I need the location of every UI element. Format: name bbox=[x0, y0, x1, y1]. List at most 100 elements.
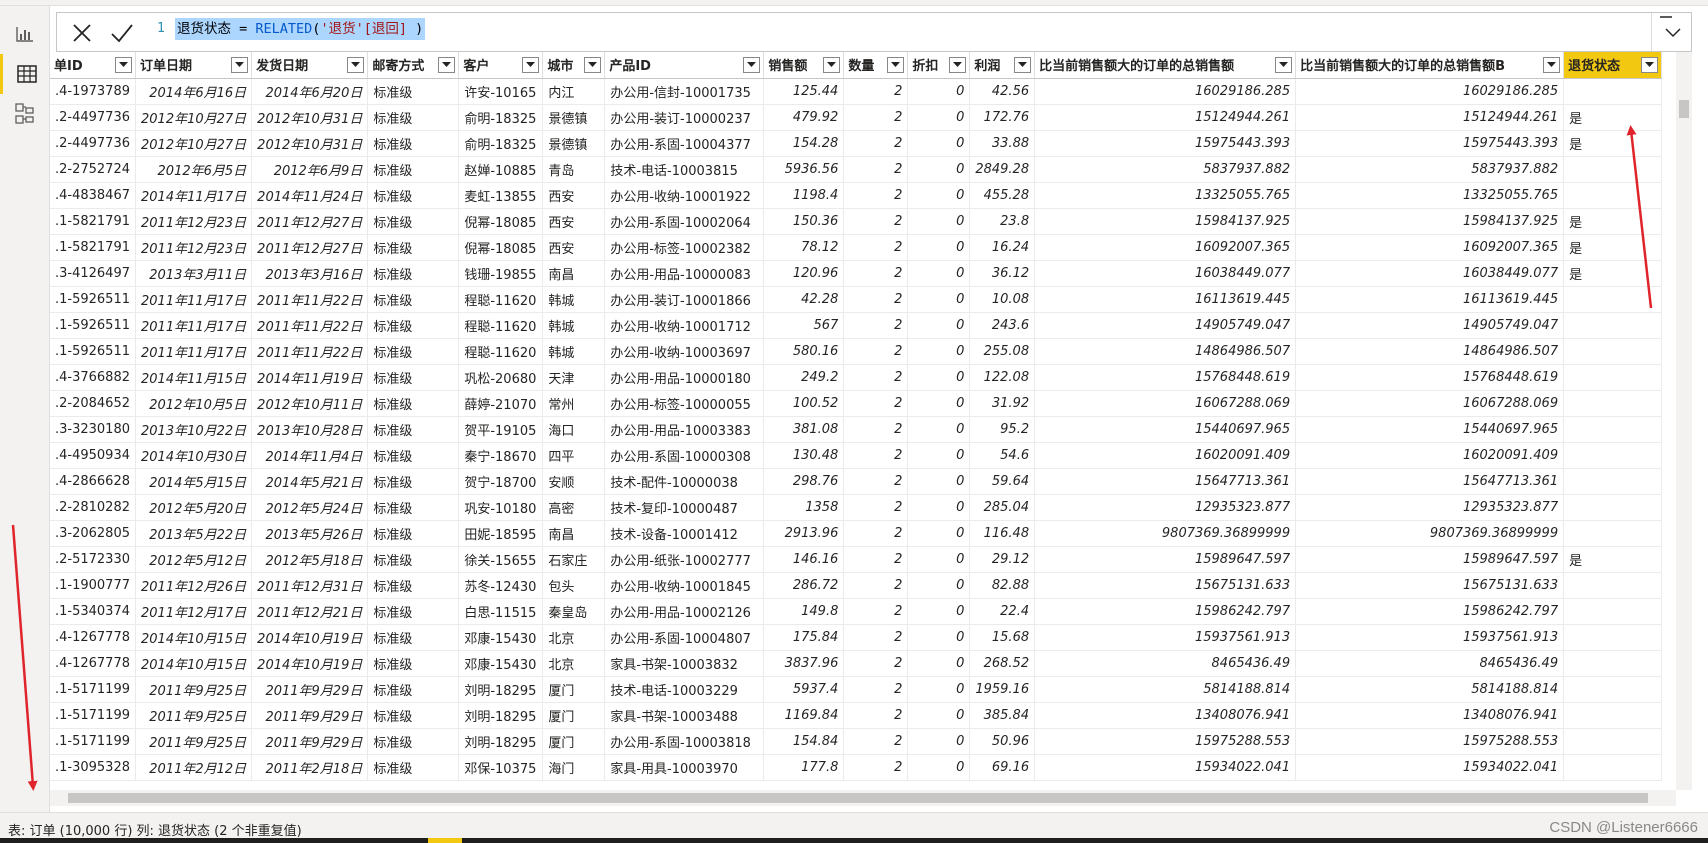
vertical-scrollbar[interactable] bbox=[1676, 52, 1692, 790]
table-cell[interactable]: 0 bbox=[907, 416, 971, 443]
table-cell[interactable]: .2-2084652 bbox=[50, 390, 136, 417]
table-cell[interactable]: 标准级 bbox=[367, 390, 460, 417]
table-cell[interactable]: 22.4 bbox=[969, 598, 1036, 625]
table-cell[interactable]: 13408076.941 bbox=[1034, 702, 1297, 729]
formula-bar[interactable]: 1 退货状态 = RELATED('退货'[退回] ) bbox=[56, 12, 1692, 52]
table-cell[interactable]: 2 bbox=[843, 156, 909, 183]
table-cell[interactable]: 俞明-18325 bbox=[458, 130, 544, 157]
table-cell[interactable]: 韩城 bbox=[542, 338, 606, 365]
table-cell[interactable]: 标准级 bbox=[367, 312, 460, 339]
table-cell[interactable]: 16113619.445 bbox=[1034, 286, 1297, 313]
filter-dropdown-button[interactable] bbox=[743, 57, 761, 73]
column-header[interactable]: 退货状态 bbox=[1563, 52, 1663, 79]
table-cell[interactable]: 31.92 bbox=[969, 390, 1036, 417]
table-cell[interactable]: 标准级 bbox=[367, 624, 460, 651]
table-cell[interactable]: 15934022.041 bbox=[1034, 754, 1297, 781]
table-cell[interactable]: 办公用-收纳-10001712 bbox=[604, 312, 765, 339]
table-cell[interactable]: 2 bbox=[843, 130, 909, 157]
table-cell[interactable]: 麦虹-13855 bbox=[458, 182, 544, 209]
table-cell[interactable]: 邓康-15430 bbox=[458, 650, 544, 677]
table-cell[interactable]: 268.52 bbox=[969, 650, 1036, 677]
table-cell[interactable]: 2014年11月4日 bbox=[251, 442, 369, 469]
formula-expression[interactable]: 退货状态 = RELATED('退货'[退回] ) bbox=[175, 18, 426, 40]
column-header[interactable]: 客户 bbox=[458, 52, 544, 79]
table-cell[interactable]: 15984137.925 bbox=[1034, 208, 1297, 235]
table-cell[interactable]: 2 bbox=[843, 260, 909, 287]
table-cell[interactable]: 15937561.913 bbox=[1034, 624, 1297, 651]
table-cell[interactable]: .2-5172330 bbox=[50, 546, 136, 573]
table-cell[interactable]: 2 bbox=[843, 650, 909, 677]
table-cell[interactable]: 2012年5月20日 bbox=[135, 494, 253, 521]
table-cell[interactable]: 刘明-18295 bbox=[458, 702, 544, 729]
table-cell[interactable]: 2014年5月15日 bbox=[135, 468, 253, 495]
table-cell[interactable]: 1198.4 bbox=[763, 182, 845, 209]
table-cell[interactable]: 标准级 bbox=[367, 754, 460, 781]
table-cell[interactable]: 标准级 bbox=[367, 182, 460, 209]
table-cell[interactable]: 2011年12月17日 bbox=[135, 598, 253, 625]
table-cell[interactable]: 2014年11月19日 bbox=[251, 364, 369, 391]
column-header[interactable]: 利润 bbox=[969, 52, 1036, 79]
table-cell[interactable]: 徐关-15655 bbox=[458, 546, 544, 573]
table-cell[interactable]: 15986242.797 bbox=[1034, 598, 1297, 625]
table-cell[interactable]: 办公用-装订-10001866 bbox=[604, 286, 765, 313]
table-cell[interactable]: 办公用-收纳-10003697 bbox=[604, 338, 765, 365]
filter-dropdown-button[interactable] bbox=[115, 57, 132, 73]
table-cell[interactable]: 0 bbox=[907, 390, 971, 417]
table-cell[interactable]: 标准级 bbox=[367, 338, 460, 365]
table-cell[interactable]: 2013年3月11日 bbox=[135, 260, 253, 287]
table-cell[interactable] bbox=[1563, 624, 1663, 651]
table-cell[interactable]: 2 bbox=[843, 234, 909, 261]
table-cell[interactable]: 程聪-11620 bbox=[458, 338, 544, 365]
table-cell[interactable]: 2014年11月24日 bbox=[251, 182, 369, 209]
table-cell[interactable]: 0 bbox=[907, 468, 971, 495]
table-cell[interactable]: .1-5926511 bbox=[50, 338, 136, 365]
table-cell[interactable] bbox=[1563, 494, 1663, 521]
table-cell[interactable]: 标准级 bbox=[367, 416, 460, 443]
table-cell[interactable]: 2014年6月20日 bbox=[251, 78, 369, 105]
table-cell[interactable]: 2011年9月25日 bbox=[135, 702, 253, 729]
table-cell[interactable]: 16092007.365 bbox=[1034, 234, 1297, 261]
table-cell[interactable]: 标准级 bbox=[367, 572, 460, 599]
table-cell[interactable]: 455.28 bbox=[969, 182, 1036, 209]
table-cell[interactable]: 2011年12月26日 bbox=[135, 572, 253, 599]
cancel-icon[interactable] bbox=[71, 22, 93, 44]
table-cell[interactable]: .3-2062805 bbox=[50, 520, 136, 547]
filter-dropdown-button[interactable] bbox=[438, 57, 456, 73]
table-cell[interactable]: 刘明-18295 bbox=[458, 728, 544, 755]
table-cell[interactable]: 南昌 bbox=[542, 260, 606, 287]
table-cell[interactable]: 16067288.069 bbox=[1034, 390, 1297, 417]
table-cell[interactable]: 15440697.965 bbox=[1295, 416, 1565, 443]
table-cell[interactable]: 程聪-11620 bbox=[458, 312, 544, 339]
table-cell[interactable]: 2014年11月17日 bbox=[135, 182, 253, 209]
table-cell[interactable]: 办公用-信封-10001735 bbox=[604, 78, 765, 105]
table-cell[interactable]: 381.08 bbox=[763, 416, 845, 443]
table-cell[interactable]: 2 bbox=[843, 104, 909, 131]
table-cell[interactable]: 石家庄 bbox=[542, 546, 606, 573]
table-cell[interactable]: 2 bbox=[843, 702, 909, 729]
table-cell[interactable]: 景德镇 bbox=[542, 104, 606, 131]
table-cell[interactable]: .1-5821791 bbox=[50, 234, 136, 261]
horizontal-scroll-thumb[interactable] bbox=[68, 793, 1648, 803]
table-cell[interactable]: .1-5926511 bbox=[50, 286, 136, 313]
table-cell[interactable]: 2011年12月27日 bbox=[251, 208, 369, 235]
table-cell[interactable]: .1-5171199 bbox=[50, 728, 136, 755]
table-cell[interactable]: 5937.4 bbox=[763, 676, 845, 703]
table-cell[interactable]: 0 bbox=[907, 182, 971, 209]
table-cell[interactable]: 北京 bbox=[542, 624, 606, 651]
table-cell[interactable]: 172.76 bbox=[969, 104, 1036, 131]
table-cell[interactable]: 2 bbox=[843, 676, 909, 703]
table-cell[interactable]: .1-5171199 bbox=[50, 676, 136, 703]
table-cell[interactable]: 2012年10月11日 bbox=[251, 390, 369, 417]
column-header[interactable]: 折扣 bbox=[907, 52, 971, 79]
table-cell[interactable]: 2012年10月27日 bbox=[135, 130, 253, 157]
table-cell[interactable]: 2 bbox=[843, 286, 909, 313]
table-cell[interactable] bbox=[1563, 182, 1663, 209]
table-cell[interactable]: 西安 bbox=[542, 182, 606, 209]
table-cell[interactable]: 倪幂-18085 bbox=[458, 234, 544, 261]
table-cell[interactable]: 15675131.633 bbox=[1295, 572, 1565, 599]
table-cell[interactable]: 298.76 bbox=[763, 468, 845, 495]
table-cell[interactable]: 2014年5月21日 bbox=[251, 468, 369, 495]
table-cell[interactable]: 2012年10月31日 bbox=[251, 130, 369, 157]
table-cell[interactable]: 标准级 bbox=[367, 650, 460, 677]
table-cell[interactable]: 15440697.965 bbox=[1034, 416, 1297, 443]
